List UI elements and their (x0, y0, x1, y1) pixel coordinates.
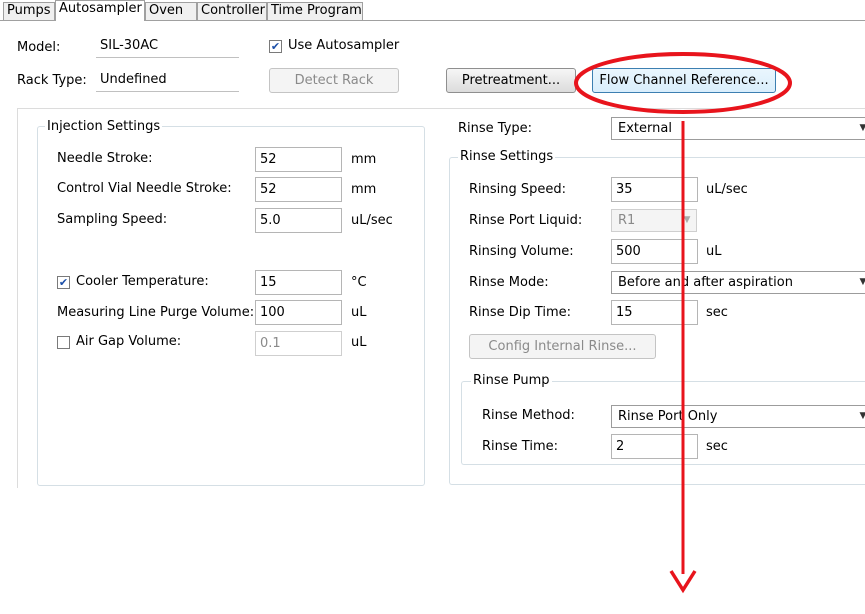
rinsing-speed-label: Rinsing Speed: (469, 182, 567, 197)
cooler-temperature-label[interactable]: Cooler Temperature: (76, 274, 209, 290)
air-gap-volume-label[interactable]: Air Gap Volume: (76, 334, 181, 350)
control-vial-needle-stroke-label: Control Vial Needle Stroke: (57, 181, 232, 196)
measuring-line-purge-volume-label: Measuring Line Purge Volume: (57, 305, 255, 320)
use-autosampler-checkbox[interactable]: ✔ (269, 40, 282, 53)
tab-controller[interactable]: Controller (197, 2, 267, 20)
tab-pumps[interactable]: Pumps (3, 2, 55, 20)
use-autosampler-label[interactable]: Use Autosampler (288, 38, 399, 54)
rinse-time-unit: sec (706, 439, 728, 454)
rinse-mode-select[interactable]: Before and after aspiration ▼ (611, 271, 865, 294)
pretreatment-button[interactable]: Pretreatment... (446, 68, 576, 93)
chevron-down-icon: ▼ (856, 406, 865, 427)
rinse-time-label: Rinse Time: (482, 439, 558, 454)
arrow-down-icon (669, 570, 697, 594)
rinse-dip-time-input[interactable]: 15 (611, 300, 698, 325)
tab-label: Controller (201, 3, 265, 18)
air-gap-volume-input[interactable]: 0.1 (255, 331, 342, 356)
rinse-method-label: Rinse Method: (482, 408, 575, 423)
rinse-method-select[interactable]: Rinse Port Only ▼ (611, 405, 865, 428)
rinse-pump-title: Rinse Pump (471, 373, 552, 389)
control-vial-needle-stroke-input[interactable]: 52 (255, 177, 342, 202)
tab-label: Oven (149, 3, 184, 18)
detect-rack-button[interactable]: Detect Rack (269, 68, 399, 93)
rinsing-speed-input[interactable]: 35 (611, 177, 698, 202)
rinse-type-value: External (618, 121, 672, 136)
chevron-down-icon: ▼ (856, 118, 865, 139)
flow-channel-reference-button[interactable]: Flow Channel Reference... (592, 68, 776, 93)
cooler-temperature-checkbox[interactable]: ✔ (57, 276, 70, 289)
rinse-dip-time-label: Rinse Dip Time: (469, 305, 571, 320)
rinsing-volume-label: Rinsing Volume: (469, 244, 574, 259)
rinse-type-label: Rinse Type: (458, 121, 533, 136)
rinse-port-liquid-value: R1 (618, 213, 636, 228)
tab-label: Time Program (271, 3, 362, 18)
rinsing-volume-input[interactable]: 500 (611, 239, 698, 264)
config-internal-rinse-button[interactable]: Config Internal Rinse... (469, 334, 656, 359)
tab-oven[interactable]: Oven (145, 2, 197, 20)
tab-label: Pumps (7, 3, 51, 18)
needle-stroke-label: Needle Stroke: (57, 151, 153, 166)
rack-type-field: Undefined (96, 68, 239, 92)
tab-autosampler[interactable]: Autosampler (55, 0, 145, 21)
sampling-speed-input[interactable]: 5.0 (255, 208, 342, 233)
rinse-port-liquid-select[interactable]: R1 ▼ (611, 209, 697, 232)
needle-stroke-unit: mm (351, 152, 377, 167)
model-field: SIL-30AC (96, 34, 239, 58)
rinse-mode-value: Before and after aspiration (618, 275, 793, 290)
injection-settings-title: Injection Settings (45, 119, 163, 135)
rinse-mode-label: Rinse Mode: (469, 275, 549, 290)
rack-type-label: Rack Type: (17, 73, 87, 88)
control-vial-needle-stroke-unit: mm (351, 182, 377, 197)
air-gap-volume-unit: uL (351, 335, 367, 350)
rinsing-speed-unit: uL/sec (706, 182, 748, 197)
rinse-time-input[interactable]: 2 (611, 434, 698, 459)
measuring-line-purge-volume-unit: uL (351, 305, 367, 320)
tab-label: Autosampler (59, 1, 142, 16)
chevron-down-icon: ▼ (683, 215, 691, 225)
cooler-temperature-unit: °C (351, 275, 367, 290)
rinse-type-select[interactable]: External ▼ (611, 117, 865, 140)
model-label: Model: (17, 40, 61, 55)
needle-stroke-input[interactable]: 52 (255, 147, 342, 172)
sampling-speed-unit: uL/sec (351, 213, 393, 228)
chevron-down-icon: ▼ (856, 272, 865, 293)
rinse-port-liquid-label: Rinse Port Liquid: (469, 213, 583, 228)
rinsing-volume-unit: uL (706, 244, 722, 259)
sampling-speed-label: Sampling Speed: (57, 212, 168, 227)
air-gap-volume-checkbox[interactable] (57, 336, 70, 349)
cooler-temperature-input[interactable]: 15 (255, 270, 342, 295)
rinse-settings-title: Rinse Settings (458, 149, 556, 165)
rinse-method-value: Rinse Port Only (618, 409, 718, 424)
rinse-dip-time-unit: sec (706, 305, 728, 320)
tab-bar: Pumps Autosampler Oven Controller Time P… (0, 0, 865, 21)
measuring-line-purge-volume-input[interactable]: 100 (255, 300, 342, 325)
tab-time-program[interactable]: Time Program (267, 2, 363, 20)
